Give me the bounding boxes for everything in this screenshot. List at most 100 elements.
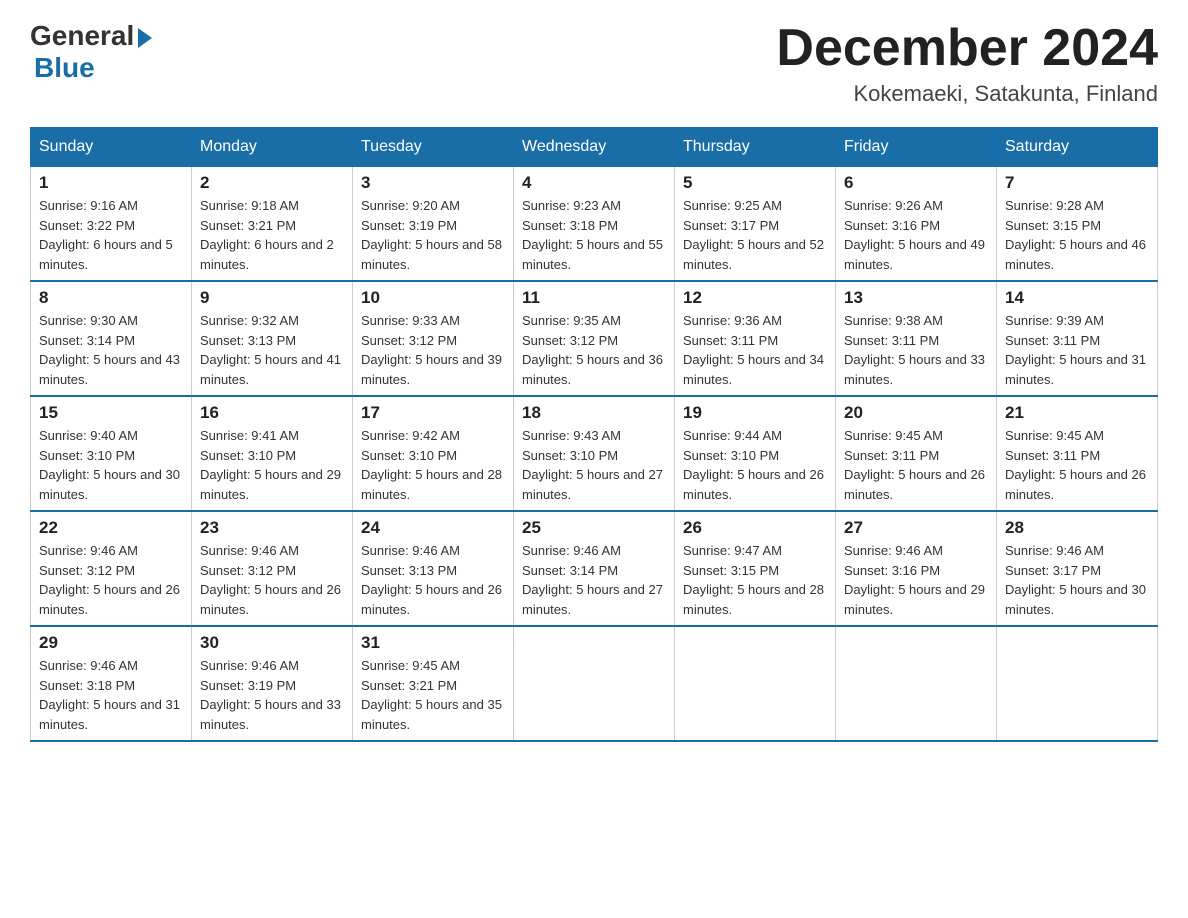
logo-general-text: General xyxy=(30,20,134,52)
calendar-cell: 1 Sunrise: 9:16 AMSunset: 3:22 PMDayligh… xyxy=(31,167,192,282)
column-header-friday: Friday xyxy=(836,128,997,167)
day-number: 21 xyxy=(1005,403,1149,423)
day-info: Sunrise: 9:33 AMSunset: 3:12 PMDaylight:… xyxy=(361,311,505,389)
logo-arrow-icon xyxy=(138,28,152,48)
day-number: 25 xyxy=(522,518,666,538)
day-info: Sunrise: 9:46 AMSunset: 3:12 PMDaylight:… xyxy=(39,541,183,619)
calendar-cell: 12 Sunrise: 9:36 AMSunset: 3:11 PMDaylig… xyxy=(675,281,836,396)
calendar-cell xyxy=(514,626,675,741)
calendar-cell: 11 Sunrise: 9:35 AMSunset: 3:12 PMDaylig… xyxy=(514,281,675,396)
day-info: Sunrise: 9:25 AMSunset: 3:17 PMDaylight:… xyxy=(683,196,827,274)
day-number: 8 xyxy=(39,288,183,308)
day-info: Sunrise: 9:16 AMSunset: 3:22 PMDaylight:… xyxy=(39,196,183,274)
calendar-table: SundayMondayTuesdayWednesdayThursdayFrid… xyxy=(30,127,1158,742)
calendar-cell: 18 Sunrise: 9:43 AMSunset: 3:10 PMDaylig… xyxy=(514,396,675,511)
day-number: 26 xyxy=(683,518,827,538)
calendar-cell: 8 Sunrise: 9:30 AMSunset: 3:14 PMDayligh… xyxy=(31,281,192,396)
day-info: Sunrise: 9:46 AMSunset: 3:18 PMDaylight:… xyxy=(39,656,183,734)
day-number: 17 xyxy=(361,403,505,423)
month-title: December 2024 xyxy=(776,20,1158,77)
day-number: 29 xyxy=(39,633,183,653)
calendar-cell: 7 Sunrise: 9:28 AMSunset: 3:15 PMDayligh… xyxy=(997,167,1158,282)
day-info: Sunrise: 9:23 AMSunset: 3:18 PMDaylight:… xyxy=(522,196,666,274)
day-number: 28 xyxy=(1005,518,1149,538)
week-row-1: 1 Sunrise: 9:16 AMSunset: 3:22 PMDayligh… xyxy=(31,167,1158,282)
day-number: 3 xyxy=(361,173,505,193)
day-info: Sunrise: 9:46 AMSunset: 3:16 PMDaylight:… xyxy=(844,541,988,619)
logo-blue-text: Blue xyxy=(34,52,95,84)
day-info: Sunrise: 9:32 AMSunset: 3:13 PMDaylight:… xyxy=(200,311,344,389)
calendar-cell: 10 Sunrise: 9:33 AMSunset: 3:12 PMDaylig… xyxy=(353,281,514,396)
column-header-sunday: Sunday xyxy=(31,128,192,167)
day-info: Sunrise: 9:44 AMSunset: 3:10 PMDaylight:… xyxy=(683,426,827,504)
day-info: Sunrise: 9:42 AMSunset: 3:10 PMDaylight:… xyxy=(361,426,505,504)
day-info: Sunrise: 9:45 AMSunset: 3:11 PMDaylight:… xyxy=(844,426,988,504)
day-info: Sunrise: 9:20 AMSunset: 3:19 PMDaylight:… xyxy=(361,196,505,274)
day-number: 7 xyxy=(1005,173,1149,193)
day-info: Sunrise: 9:36 AMSunset: 3:11 PMDaylight:… xyxy=(683,311,827,389)
day-number: 4 xyxy=(522,173,666,193)
week-row-2: 8 Sunrise: 9:30 AMSunset: 3:14 PMDayligh… xyxy=(31,281,1158,396)
calendar-cell xyxy=(836,626,997,741)
location-subtitle: Kokemaeki, Satakunta, Finland xyxy=(776,81,1158,107)
day-number: 20 xyxy=(844,403,988,423)
calendar-cell: 16 Sunrise: 9:41 AMSunset: 3:10 PMDaylig… xyxy=(192,396,353,511)
day-info: Sunrise: 9:45 AMSunset: 3:21 PMDaylight:… xyxy=(361,656,505,734)
week-row-4: 22 Sunrise: 9:46 AMSunset: 3:12 PMDaylig… xyxy=(31,511,1158,626)
calendar-cell: 26 Sunrise: 9:47 AMSunset: 3:15 PMDaylig… xyxy=(675,511,836,626)
title-section: December 2024 Kokemaeki, Satakunta, Finl… xyxy=(776,20,1158,107)
day-number: 10 xyxy=(361,288,505,308)
calendar-cell: 17 Sunrise: 9:42 AMSunset: 3:10 PMDaylig… xyxy=(353,396,514,511)
calendar-cell: 22 Sunrise: 9:46 AMSunset: 3:12 PMDaylig… xyxy=(31,511,192,626)
calendar-cell: 24 Sunrise: 9:46 AMSunset: 3:13 PMDaylig… xyxy=(353,511,514,626)
page-header: General Blue December 2024 Kokemaeki, Sa… xyxy=(30,20,1158,107)
day-info: Sunrise: 9:46 AMSunset: 3:14 PMDaylight:… xyxy=(522,541,666,619)
calendar-cell xyxy=(675,626,836,741)
logo: General Blue xyxy=(30,20,152,84)
calendar-cell: 9 Sunrise: 9:32 AMSunset: 3:13 PMDayligh… xyxy=(192,281,353,396)
day-number: 24 xyxy=(361,518,505,538)
week-row-3: 15 Sunrise: 9:40 AMSunset: 3:10 PMDaylig… xyxy=(31,396,1158,511)
day-info: Sunrise: 9:46 AMSunset: 3:12 PMDaylight:… xyxy=(200,541,344,619)
day-number: 11 xyxy=(522,288,666,308)
calendar-cell: 19 Sunrise: 9:44 AMSunset: 3:10 PMDaylig… xyxy=(675,396,836,511)
column-header-saturday: Saturday xyxy=(997,128,1158,167)
calendar-cell: 5 Sunrise: 9:25 AMSunset: 3:17 PMDayligh… xyxy=(675,167,836,282)
calendar-cell: 4 Sunrise: 9:23 AMSunset: 3:18 PMDayligh… xyxy=(514,167,675,282)
calendar-cell: 20 Sunrise: 9:45 AMSunset: 3:11 PMDaylig… xyxy=(836,396,997,511)
calendar-cell: 27 Sunrise: 9:46 AMSunset: 3:16 PMDaylig… xyxy=(836,511,997,626)
calendar-cell: 3 Sunrise: 9:20 AMSunset: 3:19 PMDayligh… xyxy=(353,167,514,282)
day-number: 18 xyxy=(522,403,666,423)
calendar-cell: 30 Sunrise: 9:46 AMSunset: 3:19 PMDaylig… xyxy=(192,626,353,741)
calendar-cell: 21 Sunrise: 9:45 AMSunset: 3:11 PMDaylig… xyxy=(997,396,1158,511)
day-info: Sunrise: 9:18 AMSunset: 3:21 PMDaylight:… xyxy=(200,196,344,274)
day-info: Sunrise: 9:40 AMSunset: 3:10 PMDaylight:… xyxy=(39,426,183,504)
day-info: Sunrise: 9:46 AMSunset: 3:13 PMDaylight:… xyxy=(361,541,505,619)
column-header-wednesday: Wednesday xyxy=(514,128,675,167)
day-number: 22 xyxy=(39,518,183,538)
calendar-cell: 29 Sunrise: 9:46 AMSunset: 3:18 PMDaylig… xyxy=(31,626,192,741)
day-info: Sunrise: 9:39 AMSunset: 3:11 PMDaylight:… xyxy=(1005,311,1149,389)
calendar-cell: 14 Sunrise: 9:39 AMSunset: 3:11 PMDaylig… xyxy=(997,281,1158,396)
day-number: 1 xyxy=(39,173,183,193)
calendar-cell: 31 Sunrise: 9:45 AMSunset: 3:21 PMDaylig… xyxy=(353,626,514,741)
day-number: 19 xyxy=(683,403,827,423)
day-info: Sunrise: 9:43 AMSunset: 3:10 PMDaylight:… xyxy=(522,426,666,504)
day-number: 5 xyxy=(683,173,827,193)
day-number: 9 xyxy=(200,288,344,308)
day-number: 12 xyxy=(683,288,827,308)
day-info: Sunrise: 9:38 AMSunset: 3:11 PMDaylight:… xyxy=(844,311,988,389)
calendar-cell: 2 Sunrise: 9:18 AMSunset: 3:21 PMDayligh… xyxy=(192,167,353,282)
day-number: 13 xyxy=(844,288,988,308)
day-info: Sunrise: 9:46 AMSunset: 3:17 PMDaylight:… xyxy=(1005,541,1149,619)
calendar-cell: 28 Sunrise: 9:46 AMSunset: 3:17 PMDaylig… xyxy=(997,511,1158,626)
day-number: 23 xyxy=(200,518,344,538)
day-info: Sunrise: 9:47 AMSunset: 3:15 PMDaylight:… xyxy=(683,541,827,619)
day-number: 27 xyxy=(844,518,988,538)
day-info: Sunrise: 9:46 AMSunset: 3:19 PMDaylight:… xyxy=(200,656,344,734)
day-info: Sunrise: 9:41 AMSunset: 3:10 PMDaylight:… xyxy=(200,426,344,504)
column-header-tuesday: Tuesday xyxy=(353,128,514,167)
day-number: 16 xyxy=(200,403,344,423)
calendar-cell: 23 Sunrise: 9:46 AMSunset: 3:12 PMDaylig… xyxy=(192,511,353,626)
day-number: 2 xyxy=(200,173,344,193)
